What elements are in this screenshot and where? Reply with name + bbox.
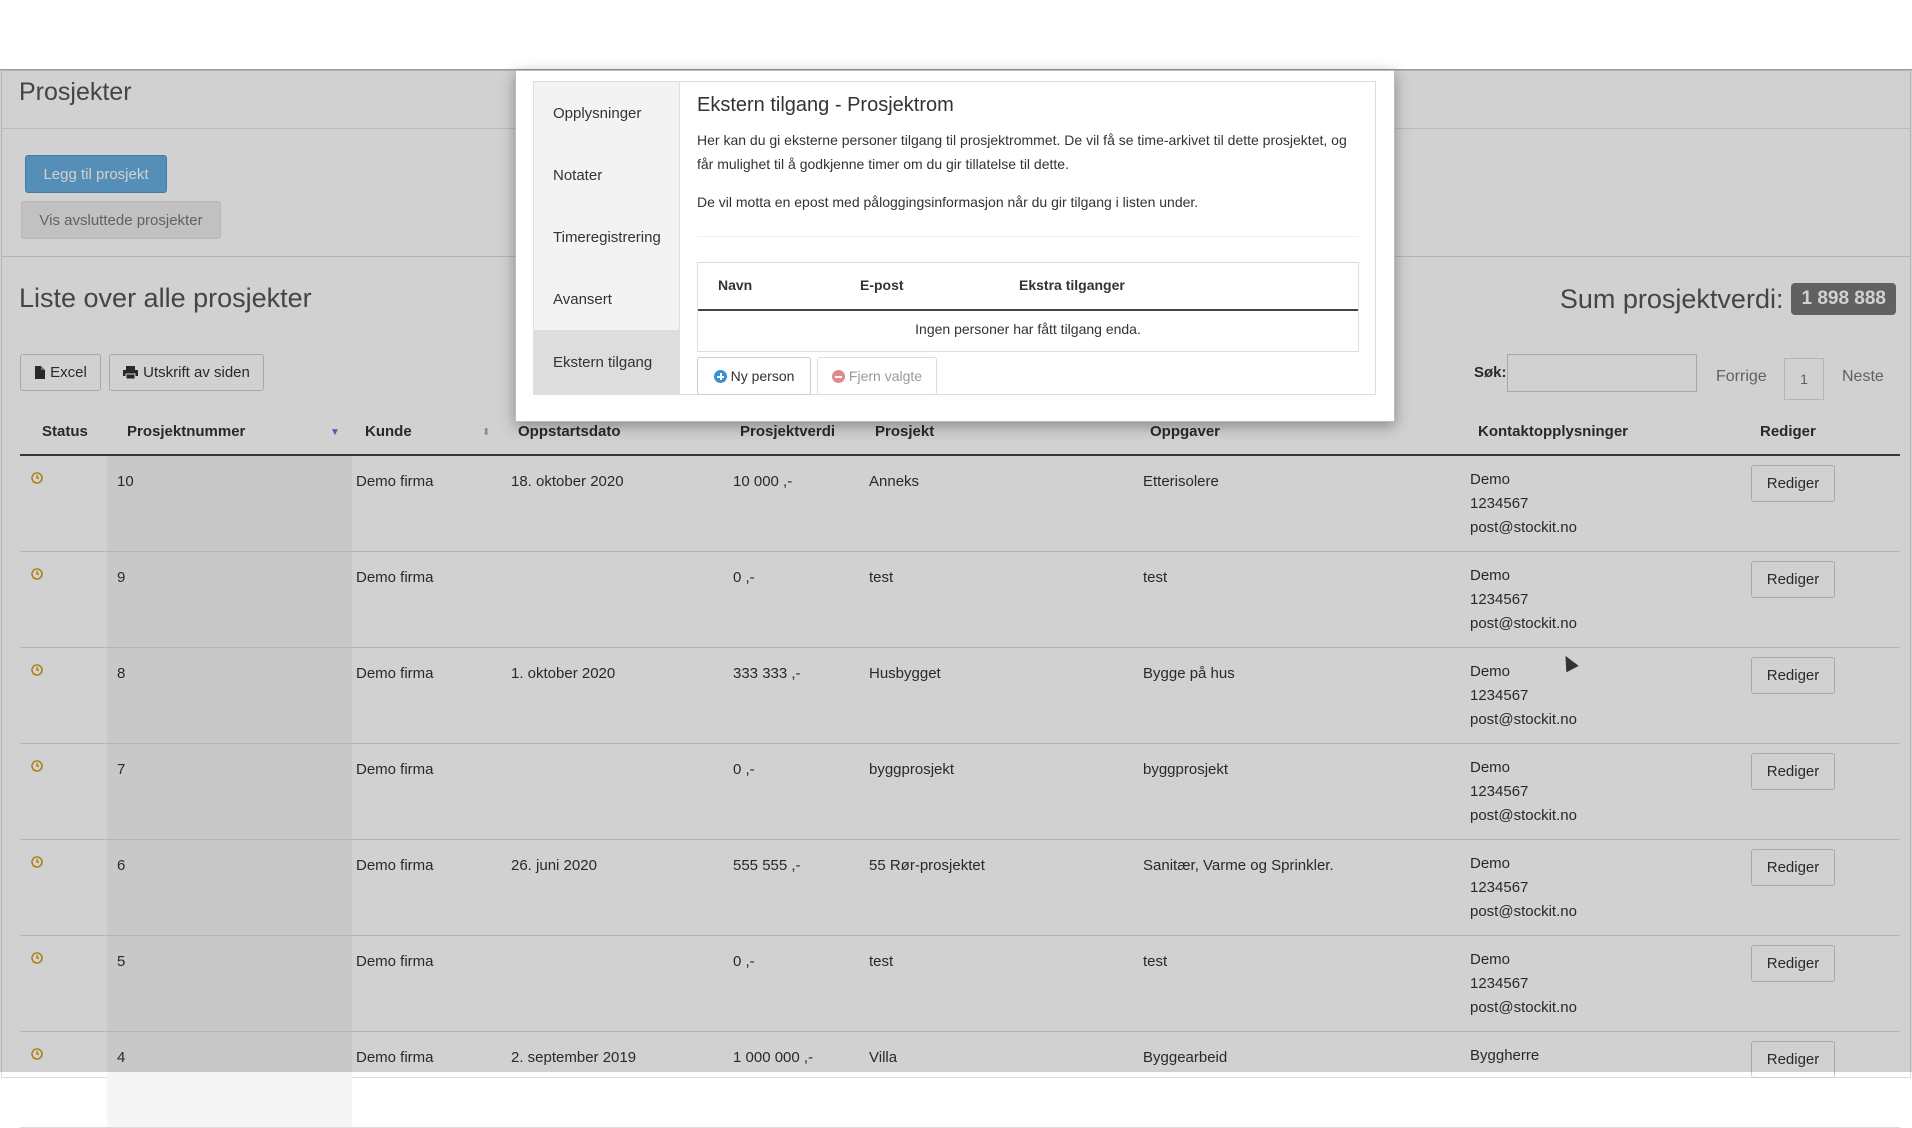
external-access-table: Navn E-post Ekstra tilganger Ingen perso…	[697, 262, 1359, 352]
modal-panel: Opplysninger Notater Timeregistrering Av…	[533, 81, 1376, 395]
remove-selected-label: Fjern valgte	[848, 368, 923, 384]
empty-state-text: Ingen personer har fått tilgang enda.	[915, 321, 1141, 337]
top-navbar	[0, 0, 1912, 70]
col-extra-access: Ekstra tilganger	[1019, 277, 1125, 293]
new-person-button[interactable]: Ny person	[697, 357, 811, 395]
modal-tab-details[interactable]: Opplysninger	[534, 82, 679, 144]
modal-tab-advanced[interactable]: Avansert	[534, 268, 679, 330]
col-name: Navn	[718, 277, 753, 293]
modal-description: Her kan du gi eksterne personer tilgang …	[697, 132, 1347, 172]
new-person-label: Ny person	[730, 368, 795, 384]
modal-tab-time-registration[interactable]: Timeregistrering	[534, 206, 679, 268]
minus-circle-icon	[831, 369, 845, 383]
modal-nav: Opplysninger Notater Timeregistrering Av…	[534, 82, 680, 394]
project-modal: Opplysninger Notater Timeregistrering Av…	[515, 70, 1395, 422]
modal-tab-notes[interactable]: Notater	[534, 144, 679, 206]
divider	[697, 236, 1359, 237]
col-email: E-post	[860, 277, 904, 293]
modal-email-info: De vil motta en epost med påloggingsinfo…	[697, 194, 1199, 210]
remove-selected-button[interactable]: Fjern valgte	[817, 357, 937, 395]
plus-circle-icon	[713, 369, 727, 383]
external-access-table-header: Navn E-post Ekstra tilganger	[698, 263, 1358, 311]
modal-title: Ekstern tilgang - Prosjektrom	[697, 94, 954, 116]
modal-tab-external-access[interactable]: Ekstern tilgang	[534, 330, 679, 394]
